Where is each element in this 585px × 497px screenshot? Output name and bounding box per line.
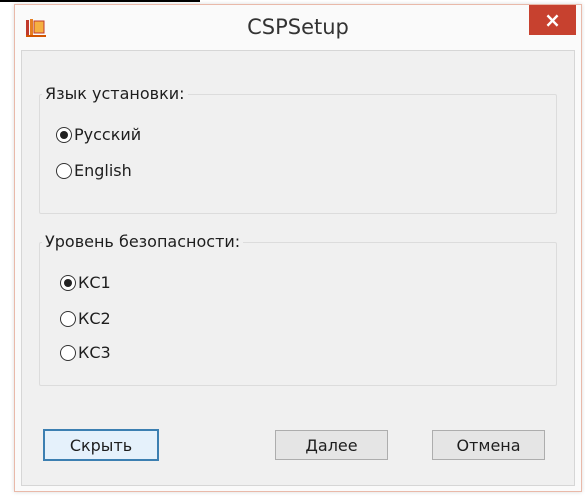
radio-russian[interactable]: Русский	[56, 125, 141, 144]
radio-ks1-label: КС1	[78, 273, 111, 292]
radio-english-label: English	[74, 161, 132, 180]
radio-unchecked-icon	[60, 344, 76, 361]
next-button[interactable]: Далее	[275, 430, 388, 460]
hide-button[interactable]: Скрыть	[43, 429, 159, 461]
radio-ks1[interactable]: КС1	[60, 273, 111, 292]
security-group-legend: Уровень безопасности:	[42, 232, 244, 251]
radio-checked-icon	[60, 274, 76, 291]
radio-ks3[interactable]: КС3	[60, 343, 111, 362]
radio-checked-icon	[56, 126, 72, 143]
radio-unchecked-icon	[60, 310, 76, 327]
cancel-button[interactable]: Отмена	[432, 430, 545, 460]
radio-english[interactable]: English	[56, 161, 132, 180]
radio-russian-label: Русский	[74, 125, 142, 144]
dialog-body: Язык установки: Русский English Уровень …	[21, 50, 575, 486]
radio-ks2[interactable]: КС2	[60, 309, 111, 328]
screen-edge-line	[0, 0, 200, 2]
radio-ks3-label: КС3	[78, 343, 111, 362]
language-group: Язык установки: Русский English	[39, 84, 557, 214]
radio-unchecked-icon	[56, 162, 72, 179]
setup-dialog: CSPSetup × Язык установки: Русский Engli…	[14, 4, 582, 492]
window-title: CSPSetup	[247, 15, 349, 39]
title-bar[interactable]: CSPSetup ×	[15, 5, 581, 49]
close-button[interactable]: ×	[529, 5, 576, 35]
language-group-legend: Язык установки:	[42, 84, 188, 103]
radio-ks2-label: КС2	[78, 309, 111, 328]
security-level-group: Уровень безопасности: КС1 КС2 КС3	[39, 232, 557, 386]
close-icon: ×	[544, 8, 561, 32]
